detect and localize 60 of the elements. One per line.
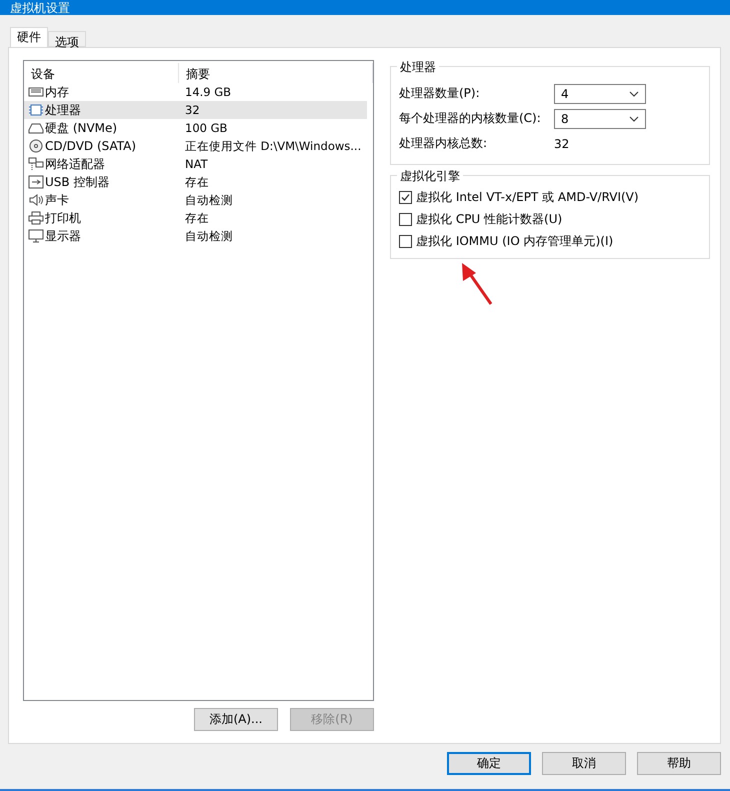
device-row[interactable]: 显示器 自动检测	[24, 227, 367, 245]
tab[interactable]: 硬件	[10, 27, 48, 47]
column-header[interactable]: 摘要	[179, 63, 373, 83]
core-total: 32	[554, 136, 570, 150]
dialog-button[interactable]: 取消	[542, 752, 626, 775]
device-summary: 自动检测	[184, 228, 234, 244]
group-title: 虚拟化引擎	[397, 168, 463, 185]
device-summary: 100 GB	[184, 121, 228, 135]
checkbox[interactable]	[399, 190, 412, 204]
device-row[interactable]: 内存 14.9 GB	[24, 83, 367, 101]
device-row[interactable]: 打印机 存在	[24, 209, 367, 227]
device-name: 硬盘 (NVMe)	[45, 120, 118, 136]
dropdown[interactable]: 4	[554, 84, 646, 104]
device-summary: 自动检测	[184, 192, 234, 208]
chevron-icon	[629, 90, 639, 96]
device-name: 内存	[45, 84, 69, 100]
network-icon	[28, 157, 44, 171]
window-title: 虚拟机设置	[10, 1, 70, 15]
device-row[interactable]: 声卡 自动检测	[24, 191, 367, 209]
device-name: USB 控制器	[45, 174, 110, 190]
checkbox[interactable]	[399, 234, 412, 248]
device-row[interactable]: USB 控制器 存在	[24, 173, 367, 191]
add-button[interactable]: 添加(A)...	[194, 708, 278, 731]
device-summary: 14.9 GB	[184, 85, 232, 99]
dialog-button[interactable]: 确定	[447, 752, 531, 775]
device-row[interactable]: 处理器 32	[24, 101, 367, 119]
usb-icon	[28, 175, 44, 189]
printer-icon	[28, 211, 44, 225]
drive-icon	[28, 121, 44, 135]
device-summary: 32	[184, 103, 201, 117]
speaker-icon	[28, 193, 44, 207]
monitor-icon	[28, 229, 44, 243]
checkbox-label: 虚拟化 IOMMU (IO 内存管理单元)(I)	[416, 232, 614, 250]
tab[interactable]: 选项	[48, 31, 86, 47]
disc-icon	[28, 139, 44, 153]
dialog-button[interactable]: 帮助	[637, 752, 721, 775]
field-label: 每个处理器的内核数量(C):	[399, 110, 542, 127]
device-name: 打印机	[45, 210, 81, 226]
device-name: 声卡	[45, 192, 69, 208]
device-summary: NAT	[184, 157, 209, 171]
chevron-icon	[629, 116, 639, 122]
checkbox-label: 虚拟化 CPU 性能计数器(U)	[416, 210, 562, 228]
device-name: 网络适配器	[45, 156, 105, 172]
dropdown[interactable]: 8	[554, 108, 646, 128]
device-summary: 存在	[184, 210, 210, 226]
checkbox-label: 虚拟化 Intel VT-x/EPT 或 AMD-V/RVI(V)	[416, 188, 639, 206]
field-label: 处理器内核总数:	[399, 135, 488, 152]
device-summary: 存在	[184, 174, 210, 190]
field-label: 处理器数量(P):	[399, 85, 481, 102]
device-row[interactable]: CD/DVD (SATA) 正在使用文件 D:\VM\Windows...	[24, 137, 367, 155]
chip-icon	[28, 103, 44, 117]
device-name: 处理器	[45, 102, 81, 118]
device-name: CD/DVD (SATA)	[45, 139, 136, 153]
memory-icon	[28, 85, 44, 99]
device-summary: 正在使用文件 D:\VM\Windows...	[184, 138, 362, 154]
device-name: 显示器	[45, 228, 81, 244]
checkbox[interactable]	[399, 212, 412, 226]
column-header[interactable]: 设备	[24, 63, 179, 83]
device-row[interactable]: 硬盘 (NVMe) 100 GB	[24, 119, 367, 137]
device-row[interactable]: 网络适配器 NAT	[24, 155, 367, 173]
